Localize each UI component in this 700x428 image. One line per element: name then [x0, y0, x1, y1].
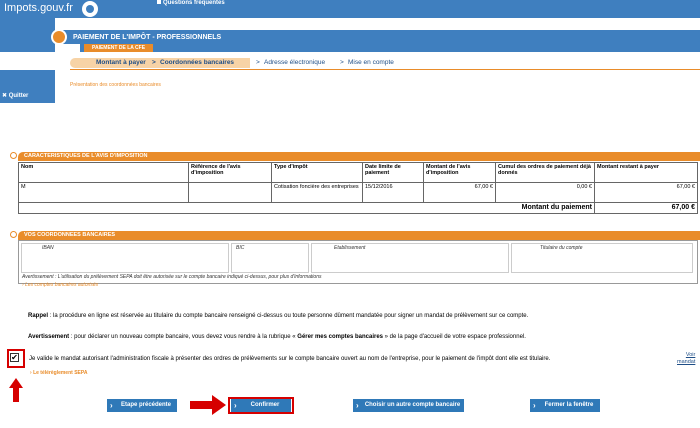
breadcrumb-separator: >: [152, 59, 156, 66]
breadcrumb-step-3: Adresse électronique: [264, 59, 326, 66]
faq-icon: [157, 0, 161, 5]
header-circle-icon: [51, 29, 67, 45]
top-banner: [0, 0, 700, 18]
table-header-row: Nom Référence de l'avis d'imposition Typ…: [18, 162, 698, 183]
quitter-label: Quitter: [8, 93, 29, 99]
breadcrumb-step-2: Coordonnées bancaires: [160, 59, 235, 66]
total-row: Montant du paiement 67,00 €: [18, 202, 698, 214]
quitter-button[interactable]: ✖ Quitter: [2, 92, 28, 99]
rappel-text: : la procédure en ligne est réservée au …: [48, 313, 529, 319]
left-panel-slot: [0, 52, 55, 70]
avertissement-highlight: Gérer mes comptes bancaires: [297, 334, 383, 340]
faq-label: Questions fréquentes: [163, 0, 225, 6]
page-title: PAIEMENT DE L'IMPÔT - PROFESSIONNELS: [73, 34, 222, 41]
choose-other-account-button[interactable]: Choisir un autre compte bancaire: [353, 399, 464, 412]
table-row: M Cotisation foncière des entreprises 15…: [18, 182, 698, 203]
column-header: Date limite de paiement: [362, 162, 424, 183]
table-cell: [188, 182, 272, 203]
brand-name[interactable]: Impots.gouv.fr: [4, 2, 73, 14]
subheader-band: [80, 44, 700, 52]
authorized-accounts-link[interactable]: › Les comptes bancaires autorisés: [22, 282, 98, 288]
column-header: Type d'impôt: [271, 162, 363, 183]
close-icon: ✖: [2, 93, 8, 99]
breadcrumb-separator: >: [256, 59, 260, 66]
column-header: Cumul des ordres de paiement déjà donnés: [495, 162, 595, 183]
iban-label: IBAN: [42, 245, 54, 251]
mandate-checkbox[interactable]: ✔: [10, 353, 19, 362]
breadcrumb-separator: >: [340, 59, 344, 66]
avertissement-label: Avertissement: [28, 334, 70, 340]
rappel-label: Rappel: [28, 313, 49, 319]
bank-name-field: Etablissement: [311, 243, 509, 273]
table-cell: Cotisation foncière des entreprises: [271, 182, 363, 203]
breadcrumb-divider: [70, 69, 700, 70]
breadcrumb-step-4: Mise en compte: [348, 59, 394, 66]
breadcrumb-step-1: Montant à payer: [96, 59, 146, 66]
holder-field: Titulaire du compte: [511, 243, 693, 273]
cfe-badge: PAIEMENT DE LA CFE: [84, 44, 154, 52]
telereglement-link[interactable]: › Le télérèglement SEPA: [30, 370, 87, 376]
faq-link[interactable]: Questions fréquentes: [157, 0, 225, 6]
column-header: Référence de l'avis d'imposition: [188, 162, 272, 183]
avis-table: Nom Référence de l'avis d'imposition Typ…: [18, 162, 698, 214]
avertissement-notice: Avertissement : pour déclarer un nouveau…: [28, 334, 526, 340]
previous-step-button[interactable]: Etape précédente: [107, 399, 177, 412]
column-header: Nom: [18, 162, 189, 183]
column-header: Montant de l'avis d'imposition: [423, 162, 496, 183]
total-label: Montant du paiement: [18, 202, 595, 214]
avis-panel-header: CARACTERISTIQUES DE L'AVIS D'IMPOSITION: [18, 152, 700, 161]
mandate-text: Je valide le mandat autorisant l'adminis…: [29, 356, 551, 362]
table-cell: 15/12/2016: [362, 182, 424, 203]
close-window-button[interactable]: Fermer la fenêtre: [530, 399, 600, 412]
telereglement-label: Le télérèglement SEPA: [33, 370, 88, 376]
voir-mandat-line1: Voir: [685, 352, 696, 358]
authorized-accounts-label: Les comptes bancaires autorisés: [25, 282, 99, 288]
table-cell: 0,00 €: [495, 182, 595, 203]
bic-field: BIC: [231, 243, 309, 273]
arrow-right-icon: [190, 395, 226, 415]
voir-mandat-line2: mandat: [677, 359, 696, 365]
column-header: Montant restant à payer: [594, 162, 698, 183]
holder-label: Titulaire du compte: [540, 245, 583, 251]
bank-panel-header: VOS COORDONNEES BANCAIRES: [18, 231, 700, 240]
breadcrumb: Montant à payer > Coordonnées bancaires …: [70, 58, 700, 68]
table-cell: 67,00 €: [423, 182, 496, 203]
confirm-highlight: [228, 397, 294, 414]
rappel-notice: Rappel : la procédure en ligne est réser…: [28, 313, 528, 319]
sepa-warning: Avertissement : L'utilisation du prélève…: [22, 274, 322, 280]
circle-icon: [10, 152, 17, 159]
avertissement-text-after: » de la page d'accueil de votre espace p…: [383, 334, 526, 340]
circle-icon: [10, 231, 17, 238]
logo-icon: [82, 1, 98, 17]
table-cell: M: [18, 182, 189, 203]
table-cell: 67,00 €: [594, 182, 698, 203]
arrow-up-icon: [9, 378, 23, 402]
section-subtitle: Présentation des coordonnées bancaires: [70, 82, 161, 88]
avertissement-text-before: : pour déclarer un nouveau compte bancai…: [69, 334, 298, 340]
voir-mandat-link[interactable]: Voir mandat: [677, 352, 695, 366]
chevron-right-icon: ›: [22, 282, 24, 288]
chevron-right-icon: ›: [30, 370, 32, 376]
iban-field: IBAN: [21, 243, 229, 273]
total-value: 67,00 €: [594, 202, 698, 214]
bic-label: BIC: [236, 245, 245, 251]
bank-name-label: Etablissement: [334, 245, 366, 251]
